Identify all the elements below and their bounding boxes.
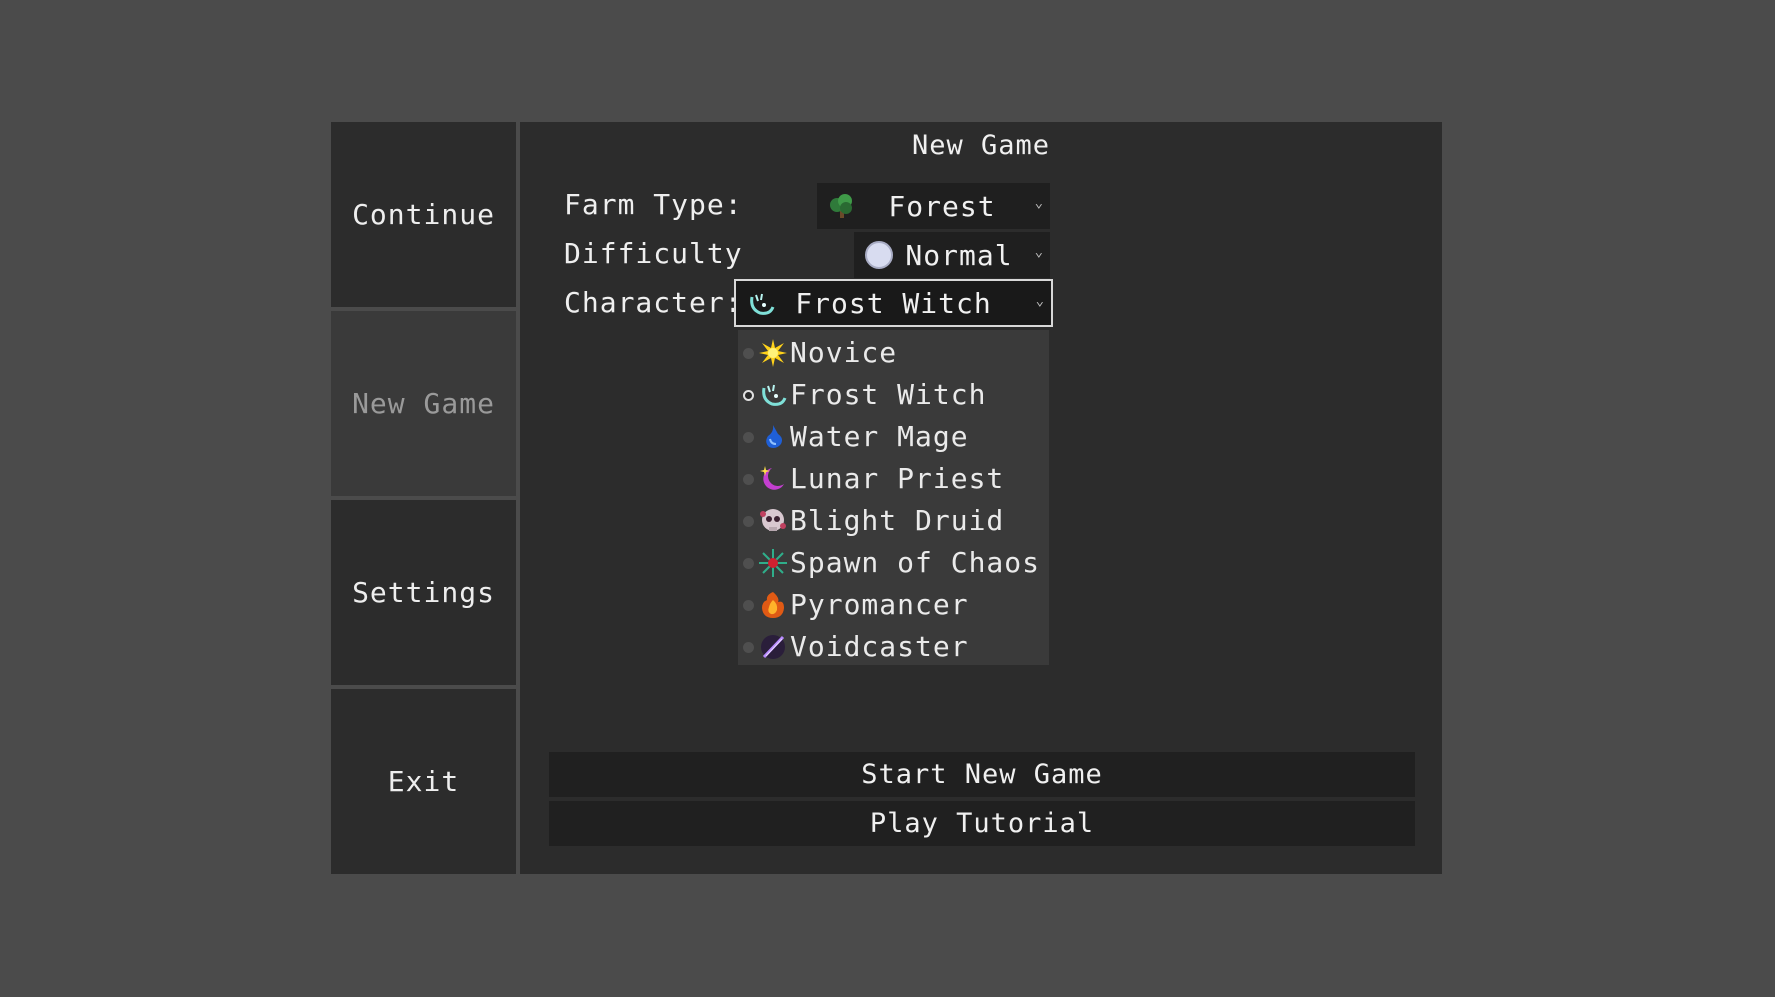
option-label: Water Mage [790,420,969,453]
option-label: Voidcaster [790,630,969,663]
void-blade-icon [761,635,785,659]
radio-indicator [743,642,754,653]
start-new-game-button[interactable]: Start New Game [549,752,1415,797]
option-voidcaster[interactable]: Voidcaster [738,628,1049,670]
radio-selected-indicator [743,390,754,401]
option-spawn-of-chaos[interactable]: Spawn of Chaos [738,544,1049,586]
exit-button[interactable]: Exit [331,689,516,874]
option-label: Novice [790,336,898,369]
character-dropdown[interactable]: Frost Witch ⌄ [734,279,1053,327]
chevron-down-icon: ⌄ [1034,244,1044,260]
option-pyromancer[interactable]: Pyromancer [738,586,1049,628]
water-drop-icon [766,425,782,448]
chevron-down-icon: ⌄ [1034,195,1044,211]
option-water-mage[interactable]: Water Mage [738,418,1049,460]
fire-icon [762,592,784,618]
character-options-list: Novice Frost Witch Water Mage Lunar Prie… [738,330,1049,665]
option-blight-druid[interactable]: Blight Druid [738,502,1049,544]
play-tutorial-button[interactable]: Play Tutorial [549,801,1415,846]
skull-icon [760,509,786,531]
option-novice[interactable]: Novice [738,334,1049,376]
option-label: Lunar Priest [790,462,1005,495]
farm-type-label: Farm Type: [564,188,743,221]
chaos-burst-icon [759,549,787,577]
radio-indicator [743,432,754,443]
moon-icon [760,466,784,490]
main-menu-screen: Continue New Game Settings Exit New Game… [0,0,1775,997]
tree-icon [830,194,852,218]
option-label: Blight Druid [790,504,1005,537]
side-menu: Continue New Game Settings Exit [331,122,516,874]
new-game-menu-button[interactable]: New Game [331,311,516,496]
panel-title: New Game [911,130,1051,161]
difficulty-dropdown[interactable]: Normal ⌄ [854,232,1050,278]
circle-icon [865,241,893,269]
continue-button[interactable]: Continue [331,122,516,307]
frost-witch-icon [762,384,787,406]
character-label: Character: [564,286,743,319]
radio-indicator [743,600,754,611]
frost-witch-icon [750,293,775,315]
sun-icon [759,339,787,367]
option-label: Spawn of Chaos [790,546,1041,579]
character-value: Frost Witch [795,286,992,320]
radio-indicator [743,516,754,527]
difficulty-label: Difficulty [564,237,743,270]
radio-indicator [743,348,754,359]
difficulty-value: Normal [905,238,1013,272]
option-lunar-priest[interactable]: Lunar Priest [738,460,1049,502]
option-label: Frost Witch [790,378,987,411]
option-frost-witch[interactable]: Frost Witch [738,376,1049,418]
chevron-down-icon: ⌄ [1035,293,1045,309]
settings-button[interactable]: Settings [331,500,516,685]
option-label: Pyromancer [790,588,969,621]
farm-type-dropdown[interactable]: Forest ⌄ [817,183,1050,229]
radio-indicator [743,474,754,485]
new-game-panel: New Game Farm Type: Forest ⌄ Difficulty … [520,122,1442,874]
radio-indicator [743,558,754,569]
farm-type-value: Forest [888,189,996,223]
